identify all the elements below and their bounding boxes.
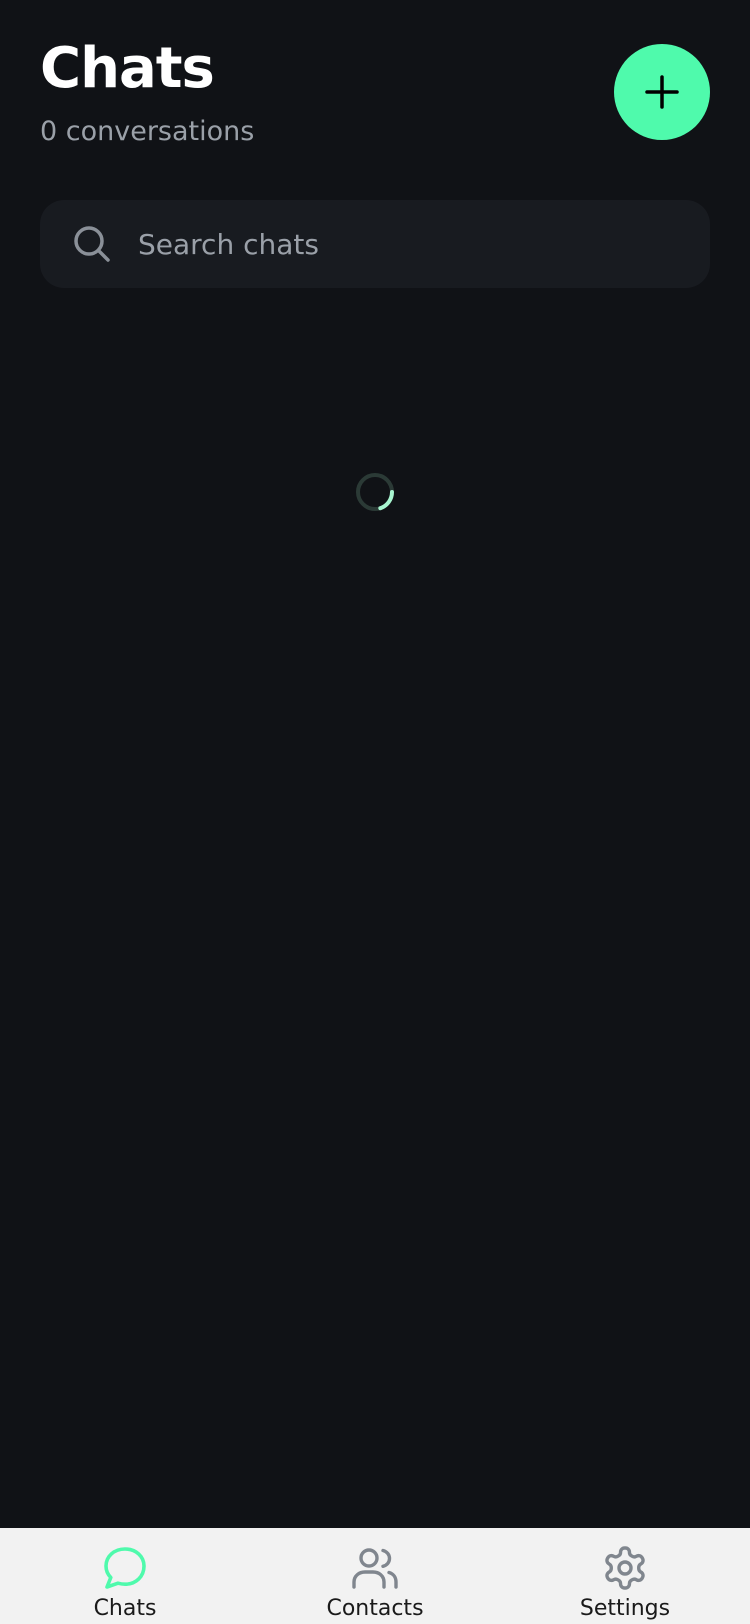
tab-label: Contacts [326,1596,424,1621]
new-chat-button[interactable] [614,44,710,140]
search-icon [72,224,112,264]
loading-spinner [355,472,395,512]
users-icon [351,1544,399,1592]
tab-label: Settings [579,1596,671,1621]
conversation-count: 0 conversations [40,116,255,147]
plus-icon [642,72,682,112]
bottom-tab-bar: Chats Contacts Settings [0,1528,750,1624]
search-input[interactable] [136,213,710,275]
chat-bubble-icon [101,1544,149,1592]
page-header: Chats 0 conversations [40,30,254,150]
page-title: Chats [40,36,215,101]
tab-label: Chats [93,1596,157,1621]
gear-icon [601,1544,649,1592]
tab-contacts[interactable]: Contacts [250,1528,500,1624]
tab-chats[interactable]: Chats [0,1528,250,1624]
tab-settings[interactable]: Settings [500,1528,750,1624]
search-bar[interactable] [40,200,710,288]
